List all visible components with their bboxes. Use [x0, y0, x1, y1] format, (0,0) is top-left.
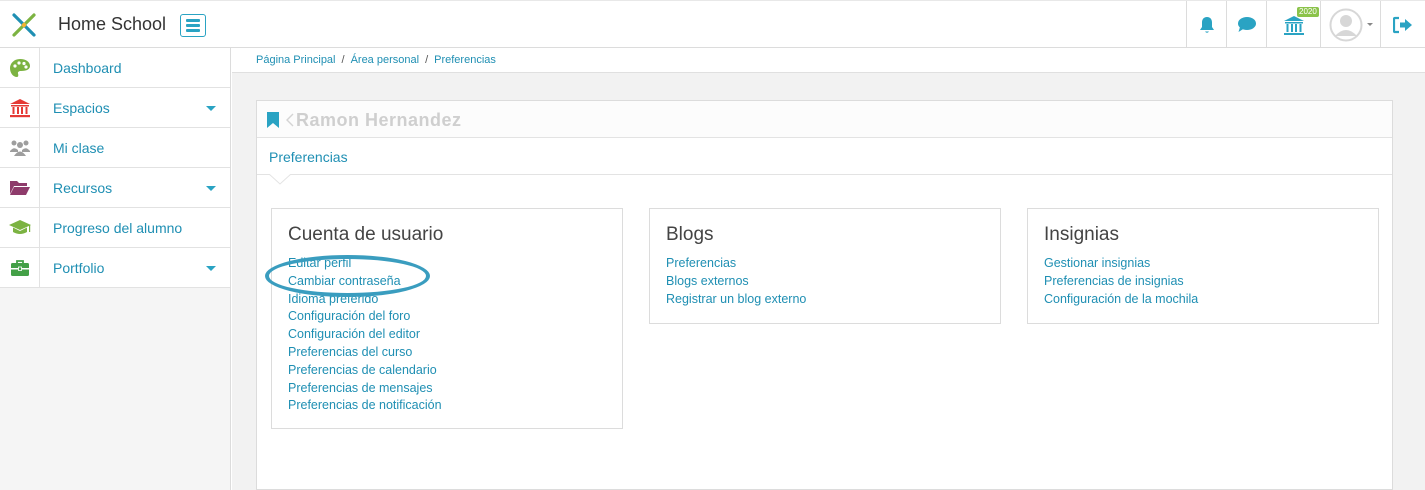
section-cuenta-de-usuario: Cuenta de usuario Editar perfil Cambiar … [271, 208, 623, 429]
main-content: Página Principal / Área personal / Prefe… [232, 48, 1425, 490]
section-blogs: Blogs Preferencias Blogs externos Regist… [649, 208, 1001, 324]
course-year-badge: 2020 [1297, 7, 1319, 17]
caret-down-icon[interactable] [206, 266, 216, 271]
link-editar-perfil[interactable]: Editar perfil [288, 255, 442, 273]
link-blogs-externos[interactable]: Blogs externos [666, 273, 806, 291]
sidebar-item-espacios[interactable]: Espacios [0, 88, 230, 128]
tab-pointer-icon [269, 174, 291, 185]
graduation-cap-icon [0, 208, 40, 248]
sidebar-item-label: Mi clase [53, 140, 105, 156]
user-name-heading: Ramon Hernandez [296, 110, 462, 130]
link-gestionar-insignias[interactable]: Gestionar insignias [1044, 255, 1198, 273]
tab-preferencias[interactable]: Preferencias [269, 149, 348, 165]
sidebar-item-portfolio[interactable]: Portfolio [0, 248, 230, 288]
header-actions: 2020 [1186, 1, 1425, 48]
palette-dashboard-icon [0, 48, 40, 88]
sidebar-item-label: Portfolio [53, 260, 105, 276]
sidebar-item-label: Recursos [53, 180, 113, 196]
link-preferencias-mensajes[interactable]: Preferencias de mensajes [288, 380, 442, 398]
sidebar-item-label: Espacios [53, 100, 110, 116]
link-preferencias-insignias[interactable]: Preferencias de insignias [1044, 273, 1198, 291]
link-cambiar-contrasena[interactable]: Cambiar contraseña [288, 273, 442, 291]
chat-bubble-icon[interactable] [1226, 1, 1266, 48]
sidebar: Dashboard Espacios Mi clase Recursos Pro… [0, 48, 231, 490]
sidebar-item-dashboard[interactable]: Dashboard [0, 48, 230, 88]
breadcrumb-bar: Página Principal / Área personal / Prefe… [232, 48, 1425, 73]
link-preferencias-calendario[interactable]: Preferencias de calendario [288, 362, 442, 380]
link-idioma-preferido[interactable]: Idioma preferido [288, 291, 442, 309]
breadcrumb-item-area-personal[interactable]: Área personal [351, 54, 420, 66]
sidebar-item-progreso[interactable]: Progreso del alumno [0, 208, 230, 248]
section-title: Blogs [666, 224, 714, 245]
sidebar-item-label: Progreso del alumno [53, 220, 183, 236]
link-configuracion-editor[interactable]: Configuración del editor [288, 326, 442, 344]
bookmark-icon [267, 112, 279, 128]
section-links: Editar perfil Cambiar contraseña Idioma … [288, 255, 442, 415]
chevron-left-icon [286, 113, 294, 127]
sign-out-icon[interactable] [1380, 1, 1425, 48]
section-title: Insignias [1044, 224, 1119, 245]
section-links: Preferencias Blogs externos Registrar un… [666, 255, 806, 308]
app-logo-icon[interactable] [11, 12, 37, 38]
user-menu[interactable] [1320, 1, 1380, 48]
sidebar-item-recursos[interactable]: Recursos [0, 168, 230, 208]
briefcase-icon [0, 248, 40, 288]
caret-down-icon[interactable] [206, 186, 216, 191]
institution-icon [0, 88, 40, 128]
chevron-down-icon[interactable] [1366, 23, 1373, 26]
site-name[interactable]: Home School [58, 14, 166, 35]
section-insignias: Insignias Gestionar insignias Preferenci… [1027, 208, 1379, 324]
sidebar-item-mi-clase[interactable]: Mi clase [0, 128, 230, 168]
bell-icon[interactable] [1186, 1, 1226, 48]
hamburger-icon[interactable] [180, 14, 206, 37]
link-configuracion-foro[interactable]: Configuración del foro [288, 308, 442, 326]
top-navbar: Home School 2020 [0, 0, 1425, 48]
section-links: Gestionar insignias Preferencias de insi… [1044, 255, 1198, 308]
course-institution-icon[interactable]: 2020 [1266, 1, 1320, 48]
preferences-card: Ramon Hernandez Preferencias Cuenta de u… [256, 100, 1393, 490]
folder-open-icon [0, 168, 40, 208]
link-preferencias-curso[interactable]: Preferencias del curso [288, 344, 442, 362]
breadcrumb-separator: / [425, 54, 429, 66]
breadcrumb-item-preferencias[interactable]: Preferencias [434, 54, 496, 66]
caret-down-icon[interactable] [206, 106, 216, 111]
sidebar-item-label: Dashboard [53, 60, 122, 76]
link-blog-preferencias[interactable]: Preferencias [666, 255, 806, 273]
breadcrumb: Página Principal / Área personal / Prefe… [256, 54, 496, 66]
link-registrar-blog-externo[interactable]: Registrar un blog externo [666, 291, 806, 309]
link-configuracion-mochila[interactable]: Configuración de la mochila [1044, 291, 1198, 309]
breadcrumb-separator: / [341, 54, 345, 66]
card-header: Ramon Hernandez [257, 101, 1392, 138]
breadcrumb-item-home[interactable]: Página Principal [256, 54, 336, 66]
group-icon [0, 128, 40, 168]
section-title: Cuenta de usuario [288, 224, 444, 245]
tab-row: Preferencias [257, 138, 1392, 175]
link-preferencias-notificacion[interactable]: Preferencias de notificación [288, 397, 442, 415]
user-avatar-icon[interactable] [1329, 8, 1363, 42]
